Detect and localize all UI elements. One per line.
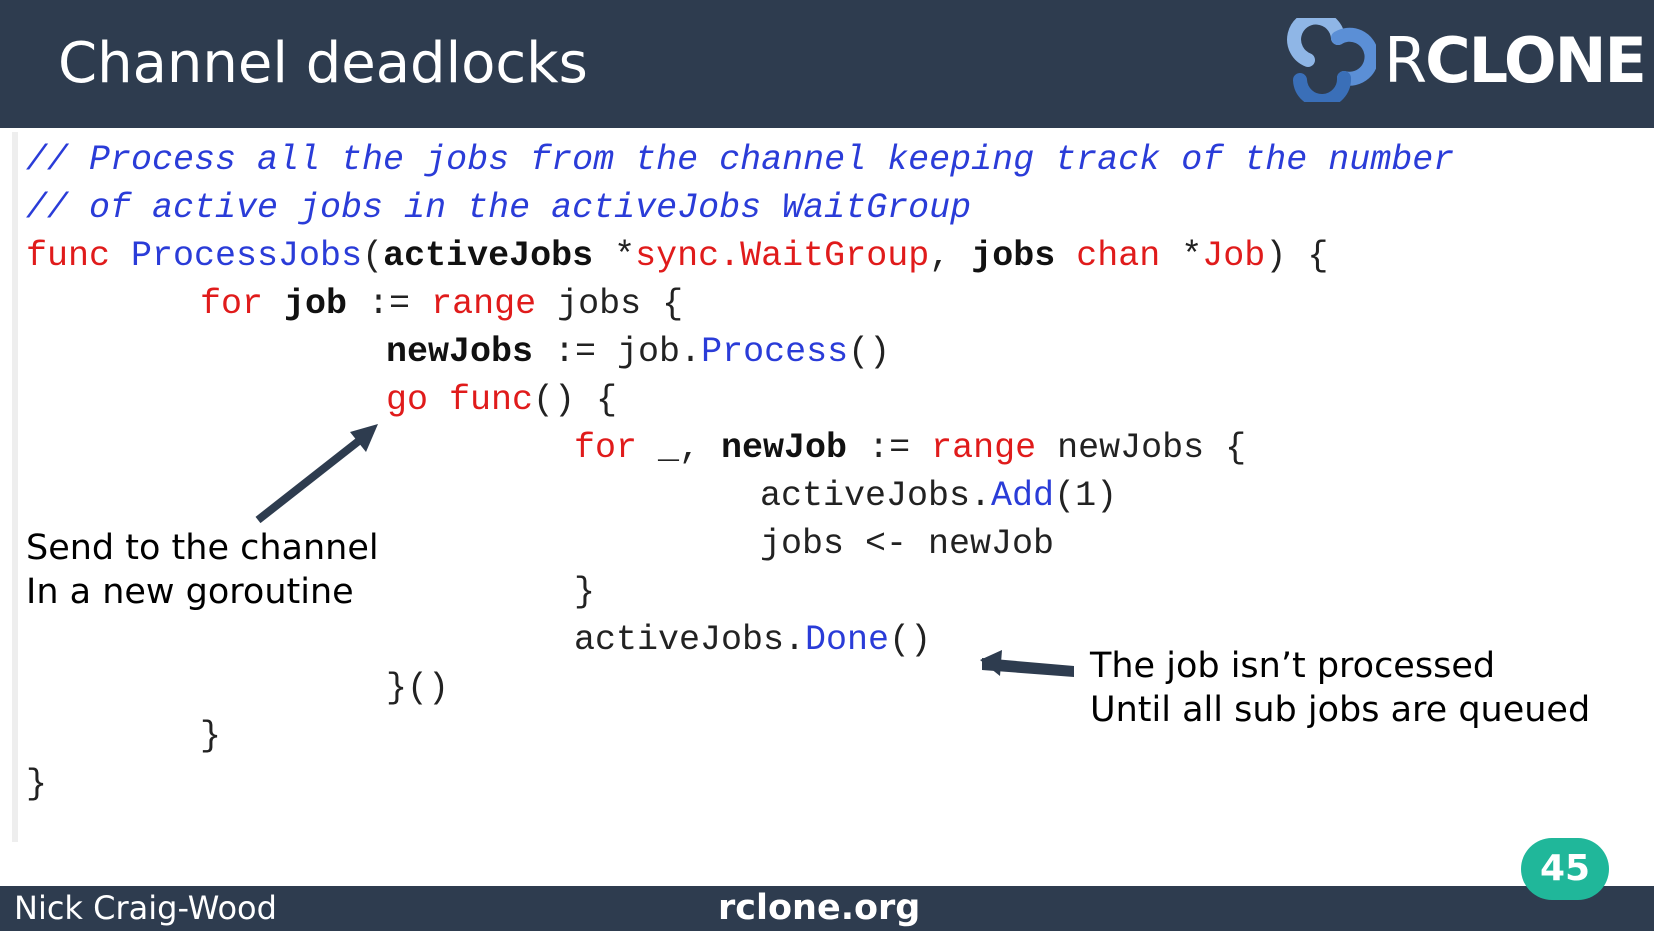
annotation-right-line2: Until all sub jobs are queued xyxy=(1090,690,1591,730)
annotation-right: The job isn’t processed Until all sub jo… xyxy=(1090,644,1590,732)
annotation-right-line1: The job isn’t processed xyxy=(1090,646,1496,686)
annotation-left: Send to the channel In a new goroutine xyxy=(26,526,379,614)
footer-author: Nick Craig-Wood xyxy=(14,889,277,927)
page-number-badge: 45 xyxy=(1521,838,1609,900)
arrow-to-done xyxy=(980,650,1074,677)
annotation-left-line1: Send to the channel xyxy=(26,528,379,568)
annotation-arrows xyxy=(255,424,1074,677)
arrow-to-go-func xyxy=(255,424,378,524)
annotation-left-line2: In a new goroutine xyxy=(26,572,354,612)
slide-footer: Nick Craig-Wood rclone.org xyxy=(0,886,1654,931)
footer-site: rclone.org xyxy=(718,888,921,928)
